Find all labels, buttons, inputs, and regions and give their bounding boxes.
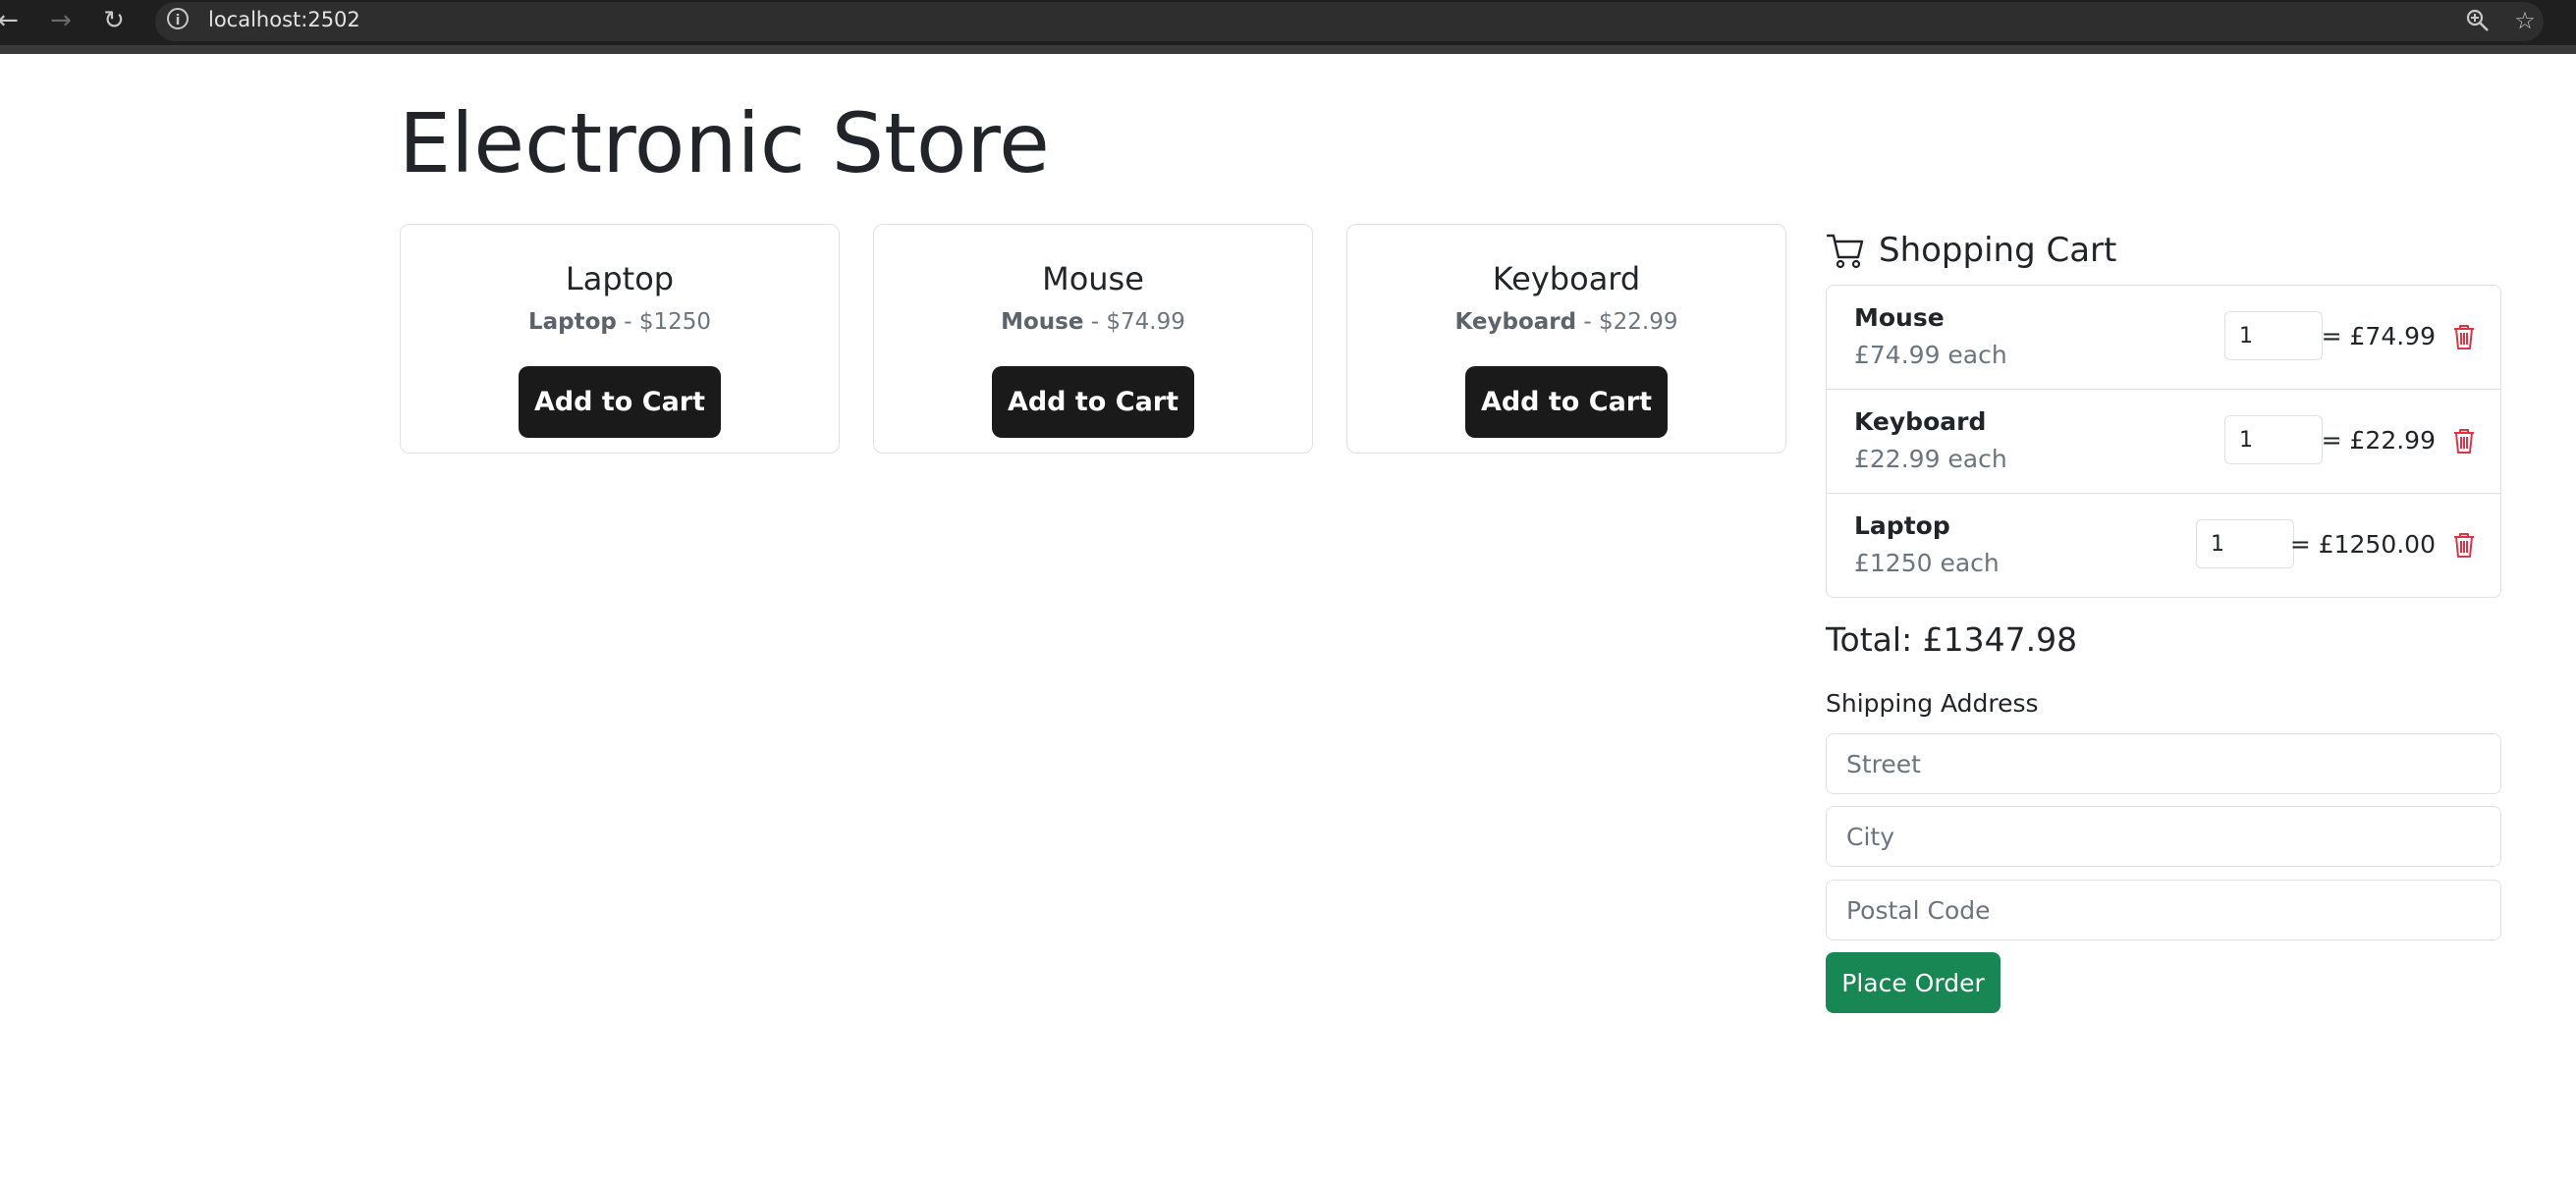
product-card-mouse: Mouse Mouse - $74.99 Add to Cart [873, 224, 1313, 454]
cart-item-total: = £1250.00 [2289, 530, 2436, 559]
postal-code-input[interactable] [1826, 880, 2501, 940]
product-title: Laptop [565, 260, 675, 297]
cart-total: Total: £1347.98 [1826, 620, 2078, 659]
product-price: $22.99 [1599, 309, 1678, 335]
product-subtitle: Mouse - $74.99 [1001, 309, 1185, 335]
cart-item-unit-price: £74.99 each [1854, 341, 2007, 369]
url-text[interactable]: localhost:2502 [208, 6, 360, 33]
forward-icon[interactable]: → [43, 3, 79, 38]
cart-item-name: Laptop [1854, 511, 1950, 540]
product-price: $1250 [638, 309, 711, 335]
shopping-cart-icon [1826, 234, 1864, 269]
cart-item-total: = £22.99 [2321, 426, 2436, 455]
product-title: Keyboard [1492, 260, 1641, 297]
add-to-cart-button[interactable]: Add to Cart [992, 366, 1194, 438]
star-icon[interactable]: ☆ [2508, 4, 2542, 37]
cart-item-unit-price: £22.99 each [1854, 445, 2007, 473]
reload-icon[interactable]: ↻ [96, 3, 132, 38]
cart-title: Shopping Cart [1879, 231, 2117, 270]
cart-list: Mouse £74.99 each = £74.99 Keyboard £22.… [1826, 285, 2501, 598]
product-subtitle: Keyboard - $22.99 [1454, 309, 1678, 335]
trash-icon[interactable] [2451, 531, 2477, 559]
quantity-input[interactable] [2224, 415, 2323, 464]
cart-item: Laptop £1250 each = £1250.00 [1827, 494, 2500, 597]
back-icon[interactable]: ← [0, 3, 26, 38]
street-input[interactable] [1826, 733, 2501, 794]
product-name: Keyboard [1454, 309, 1577, 335]
zoom-icon[interactable] [2461, 4, 2494, 37]
product-subtitle: Laptop - $1250 [528, 309, 711, 335]
cart-item-name: Keyboard [1854, 407, 1987, 436]
cart-item-total: = £74.99 [2321, 322, 2436, 350]
cart-item-name: Mouse [1854, 303, 1945, 332]
cart-item: Keyboard £22.99 each = £22.99 [1827, 390, 2500, 494]
cart-header: Shopping Cart [1826, 226, 2116, 275]
product-name: Mouse [1001, 309, 1084, 335]
product-card-laptop: Laptop Laptop - $1250 Add to Cart [400, 224, 840, 454]
browser-toolbar: ← → ↻ i localhost:2502 ☆ [0, 0, 2576, 54]
place-order-button[interactable]: Place Order [1826, 952, 2001, 1013]
trash-icon[interactable] [2451, 323, 2477, 350]
toolbar-divider [0, 45, 2576, 54]
product-price: $74.99 [1106, 309, 1185, 335]
city-input[interactable] [1826, 806, 2501, 867]
add-to-cart-button[interactable]: Add to Cart [1465, 366, 1668, 438]
trash-icon[interactable] [2451, 427, 2477, 455]
cart-item: Mouse £74.99 each = £74.99 [1827, 286, 2500, 390]
product-name: Laptop [528, 309, 617, 335]
cart-item-unit-price: £1250 each [1854, 549, 2000, 577]
product-card-keyboard: Keyboard Keyboard - $22.99 Add to Cart [1346, 224, 1786, 454]
product-title: Mouse [1042, 260, 1144, 297]
page-title: Electronic Store [399, 95, 1050, 191]
quantity-input[interactable] [2224, 311, 2323, 360]
add-to-cart-button[interactable]: Add to Cart [519, 366, 721, 438]
address-bar[interactable] [155, 2, 2544, 41]
shipping-address-label: Shipping Address [1826, 689, 2039, 718]
quantity-input[interactable] [2196, 519, 2294, 568]
info-icon[interactable]: i [167, 8, 189, 29]
